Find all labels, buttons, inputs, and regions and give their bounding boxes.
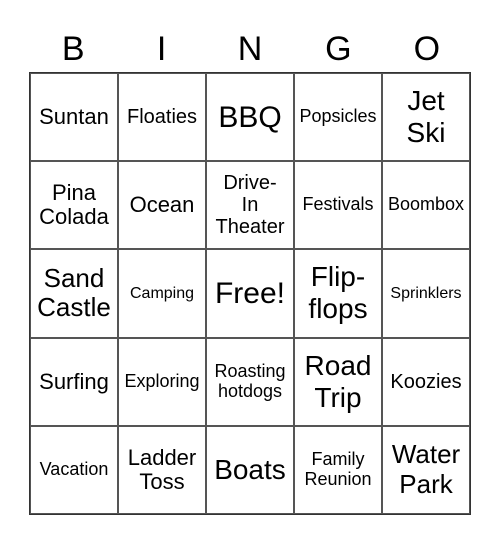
bingo-header: B I N G O <box>29 26 471 72</box>
bingo-cell[interactable]: Boombox <box>382 161 470 250</box>
bingo-cell[interactable]: Koozies <box>382 337 470 426</box>
bingo-cell[interactable]: Sprinklers <box>382 249 470 338</box>
bingo-cell[interactable]: Festivals <box>294 161 382 250</box>
bingo-cell[interactable]: Ladder Toss <box>118 425 206 514</box>
bingo-cell[interactable]: Drive-In Theater <box>206 161 294 250</box>
bingo-cell free-space[interactable]: Free! <box>206 249 294 338</box>
bingo-cell[interactable]: Camping <box>118 249 206 338</box>
bingo-cell[interactable]: Water Park <box>382 425 470 514</box>
bingo-cell[interactable]: Road Trip <box>294 337 382 426</box>
bingo-cell[interactable]: BBQ <box>206 73 294 162</box>
bingo-cell[interactable]: Pina Colada <box>30 161 118 250</box>
bingo-cell[interactable]: Popsicles <box>294 73 382 162</box>
header-letter-i: I <box>156 30 167 68</box>
bingo-cell[interactable]: Jet Ski <box>382 73 470 162</box>
bingo-cell[interactable]: Vacation <box>30 425 118 514</box>
bingo-cell[interactable]: Floaties <box>118 73 206 162</box>
bingo-cell[interactable]: Flip-flops <box>294 249 382 338</box>
bingo-grid: Suntan Floaties BBQ Popsicles Jet Ski Pi… <box>29 72 471 515</box>
header-letter-b: B <box>61 30 85 68</box>
bingo-cell[interactable]: Suntan <box>30 73 118 162</box>
bingo-cell[interactable]: Ocean <box>118 161 206 250</box>
header-letter-g: G <box>325 30 352 68</box>
bingo-cell[interactable]: Roasting hotdogs <box>206 337 294 426</box>
header-letter-o: O <box>413 30 441 68</box>
header-letter-n: N <box>237 30 263 68</box>
bingo-cell[interactable]: Exploring <box>118 337 206 426</box>
bingo-cell[interactable]: Sand Castle <box>30 249 118 338</box>
bingo-cell[interactable]: Surfing <box>30 337 118 426</box>
bingo-cell[interactable]: Family Reunion <box>294 425 382 514</box>
bingo-cell[interactable]: Boats <box>206 425 294 514</box>
